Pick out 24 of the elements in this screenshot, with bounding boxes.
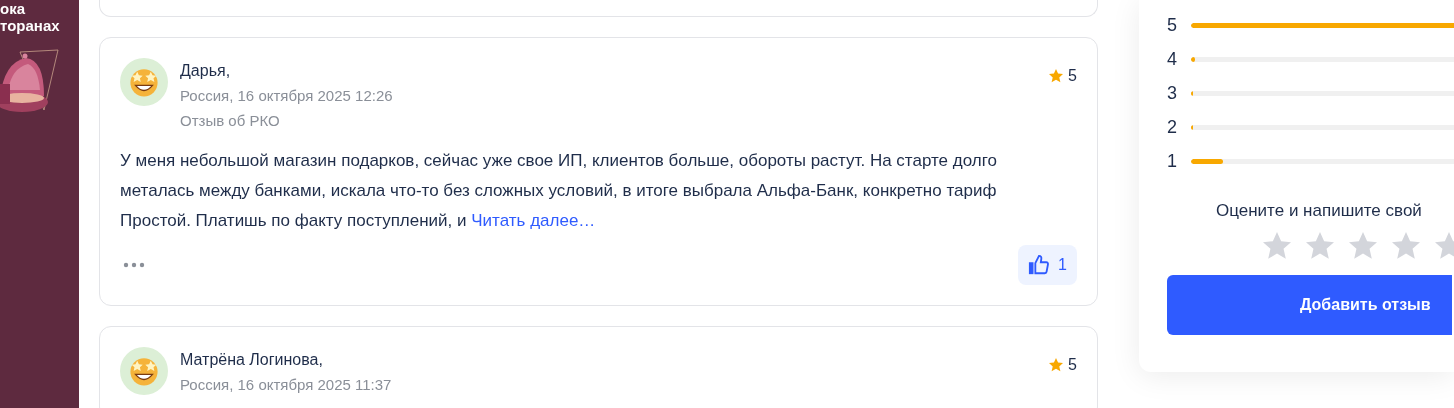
- rating-value: 5: [1068, 355, 1077, 375]
- thumbs-up-icon: [1028, 254, 1051, 276]
- review-meta: Россия, 16 октября 2025 12:26: [180, 86, 394, 106]
- review-text: У меня небольшой магазин подарков, сейчас уже свое ИП, клиентов больше, обороты растут. На старте долго металась между банками, искала что-то без сложных условий, в итоге выбрала Альфа-Банк, конкретно тариф Простой. Платишь по факту поступлений, и Читать далее…: [120, 150, 998, 232]
- promo-banner[interactable]: ока торанах: [0, 0, 79, 408]
- like-button[interactable]: 1: [1018, 245, 1077, 285]
- review-meta: Россия, 16 октября 2025 11:37: [180, 375, 393, 395]
- more-icon[interactable]: [123, 262, 145, 268]
- rating-label: 3: [1167, 81, 1177, 105]
- rating-prompt: Оцените и напишите свой: [1216, 201, 1422, 220]
- rating-label: 5: [1167, 13, 1177, 37]
- author-name: Дарья,: [180, 61, 232, 81]
- star-icon: [1048, 357, 1065, 373]
- read-more-link[interactable]: Читать далее…: [471, 211, 596, 230]
- review-topic: Отзыв об РКО: [180, 111, 281, 131]
- rating-label: 1: [1167, 149, 1177, 173]
- author-name: Матрёна Логинова,: [180, 350, 324, 370]
- banner-text: торанах: [0, 17, 61, 34]
- rating-label: 4: [1167, 47, 1177, 71]
- rating-label: 2: [1167, 115, 1177, 139]
- banner-text: ока: [0, 0, 26, 17]
- rating-value: 5: [1068, 66, 1077, 86]
- add-review-button[interactable]: Добавить отзыв: [1167, 274, 1452, 335]
- star-icon: [1048, 68, 1065, 84]
